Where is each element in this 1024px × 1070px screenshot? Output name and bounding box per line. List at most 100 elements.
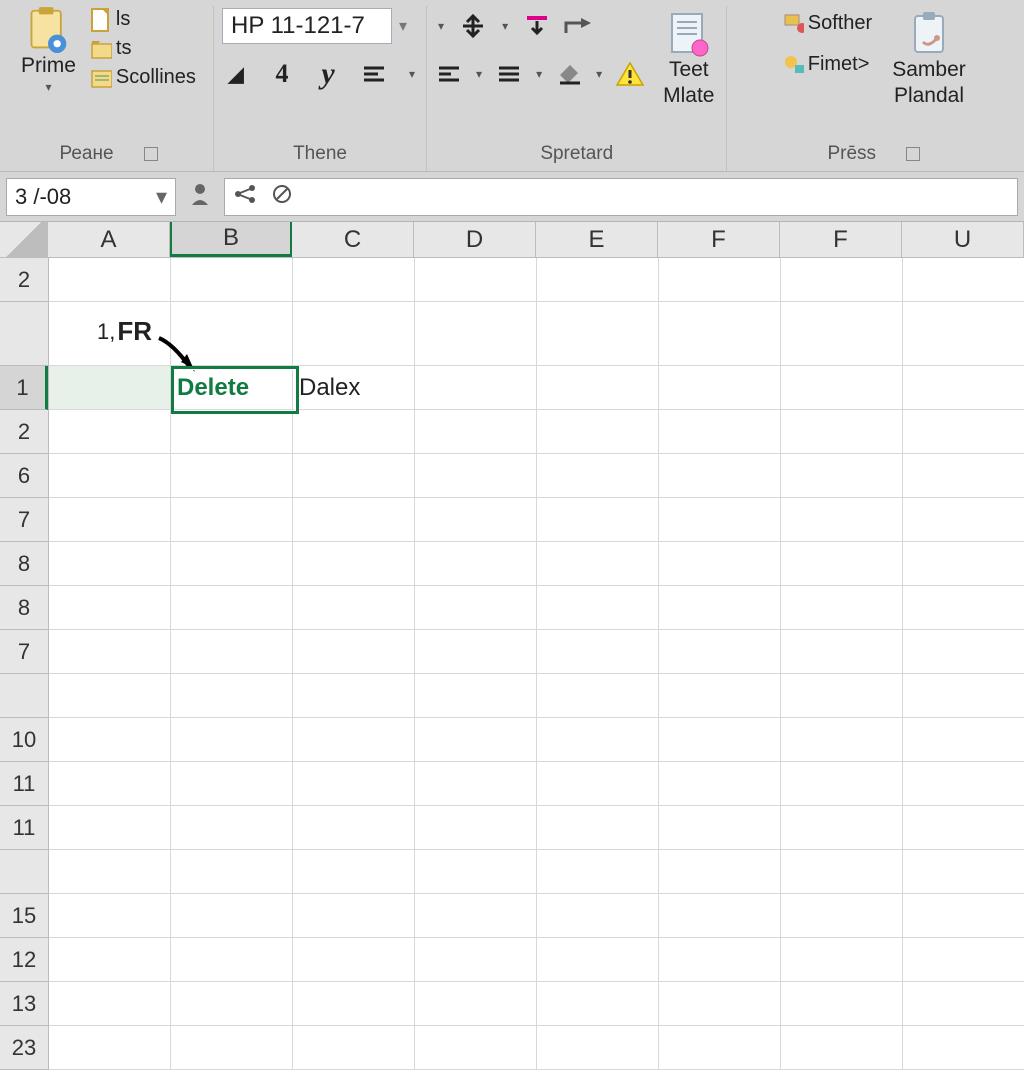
cell[interactable] (49, 586, 171, 630)
cell[interactable] (781, 410, 903, 454)
cell[interactable] (293, 718, 415, 762)
formula-input[interactable] (224, 178, 1018, 216)
row-header[interactable]: 10 (0, 718, 48, 762)
cell[interactable] (415, 894, 537, 938)
font-name-selector[interactable]: HP 11-121-7 (222, 8, 392, 44)
row-header[interactable] (0, 674, 48, 718)
cell[interactable] (293, 542, 415, 586)
cell[interactable] (781, 454, 903, 498)
cell[interactable] (781, 630, 903, 674)
cell[interactable] (537, 454, 659, 498)
cell[interactable] (293, 258, 415, 302)
column-header[interactable]: B (170, 222, 292, 257)
cell[interactable] (49, 718, 171, 762)
cell[interactable] (415, 630, 537, 674)
dropdown-icon[interactable]: ▾ (593, 67, 605, 81)
cell[interactable] (781, 894, 903, 938)
cell[interactable] (903, 366, 1024, 410)
cell[interactable] (171, 258, 293, 302)
cell[interactable] (903, 894, 1024, 938)
row-header[interactable]: 11 (0, 806, 48, 850)
ls-button[interactable]: ls (86, 6, 200, 33)
cell[interactable] (781, 674, 903, 718)
share-icon[interactable] (233, 183, 257, 211)
cell[interactable] (171, 674, 293, 718)
cell[interactable] (781, 498, 903, 542)
row-header[interactable]: 11 (0, 762, 48, 806)
cell[interactable] (781, 366, 903, 410)
cell[interactable] (415, 718, 537, 762)
prime-button[interactable]: Prime ▾ (17, 6, 80, 96)
dropdown-icon[interactable]: ▾ (533, 67, 545, 81)
dropdown-icon[interactable]: ▾ (396, 16, 410, 36)
cell[interactable] (415, 498, 537, 542)
cell[interactable] (537, 938, 659, 982)
scollines-button[interactable]: Scollines (86, 64, 200, 91)
row-header[interactable]: 13 (0, 982, 48, 1026)
cell[interactable] (415, 586, 537, 630)
arrow-vert-icon[interactable] (459, 13, 487, 39)
column-header[interactable]: C (292, 222, 414, 257)
cell[interactable] (903, 630, 1024, 674)
cell[interactable] (903, 302, 1024, 366)
dialog-launcher-icon[interactable] (906, 147, 920, 161)
cell[interactable] (293, 762, 415, 806)
cell[interactable] (781, 1026, 903, 1070)
cell[interactable] (537, 674, 659, 718)
cell[interactable] (49, 1026, 171, 1070)
row-header[interactable]: 12 (0, 938, 48, 982)
cell[interactable]: Dalex (293, 366, 415, 410)
person-icon[interactable] (186, 181, 214, 213)
cell[interactable] (659, 1026, 781, 1070)
cell[interactable] (659, 258, 781, 302)
forward-icon[interactable] (563, 15, 591, 37)
cell[interactable] (903, 258, 1024, 302)
cell[interactable] (659, 718, 781, 762)
cell[interactable] (659, 850, 781, 894)
cell[interactable] (293, 982, 415, 1026)
top-border-icon[interactable] (523, 15, 551, 37)
warning-icon[interactable] (615, 61, 645, 87)
cell[interactable] (659, 366, 781, 410)
row-header[interactable]: 6 (0, 454, 48, 498)
cell[interactable] (537, 498, 659, 542)
cell[interactable] (49, 454, 171, 498)
cell[interactable] (49, 850, 171, 894)
cell[interactable] (171, 850, 293, 894)
cell[interactable] (781, 982, 903, 1026)
cell[interactable] (659, 542, 781, 586)
cell[interactable] (293, 302, 415, 366)
dialog-launcher-icon[interactable] (144, 147, 158, 161)
cell[interactable] (537, 630, 659, 674)
cell[interactable] (415, 1026, 537, 1070)
cell[interactable] (415, 762, 537, 806)
column-header[interactable]: A (48, 222, 170, 257)
cell[interactable] (293, 806, 415, 850)
cell[interactable] (903, 850, 1024, 894)
cell[interactable] (415, 806, 537, 850)
cell[interactable] (903, 938, 1024, 982)
dropdown-icon[interactable]: ▾ (499, 19, 511, 33)
cell[interactable] (171, 718, 293, 762)
cell[interactable] (537, 982, 659, 1026)
cell[interactable] (171, 938, 293, 982)
cell[interactable] (293, 674, 415, 718)
cells-area[interactable]: DeleteDalex 1, FR (49, 258, 1024, 1070)
column-header[interactable]: F (658, 222, 780, 257)
cell[interactable] (49, 542, 171, 586)
align-justify-icon[interactable] (495, 65, 523, 83)
cell[interactable] (293, 850, 415, 894)
softher-button[interactable]: Softher (778, 10, 876, 37)
cell[interactable] (903, 982, 1024, 1026)
samber-plandal-button[interactable]: Samber Plandal (888, 10, 970, 110)
cell[interactable] (537, 850, 659, 894)
cell[interactable] (49, 630, 171, 674)
cell[interactable] (49, 410, 171, 454)
cell[interactable] (415, 542, 537, 586)
column-header[interactable]: E (536, 222, 658, 257)
cell[interactable] (537, 542, 659, 586)
cell[interactable] (49, 762, 171, 806)
cell[interactable] (659, 410, 781, 454)
cell[interactable] (171, 498, 293, 542)
cell[interactable] (659, 762, 781, 806)
